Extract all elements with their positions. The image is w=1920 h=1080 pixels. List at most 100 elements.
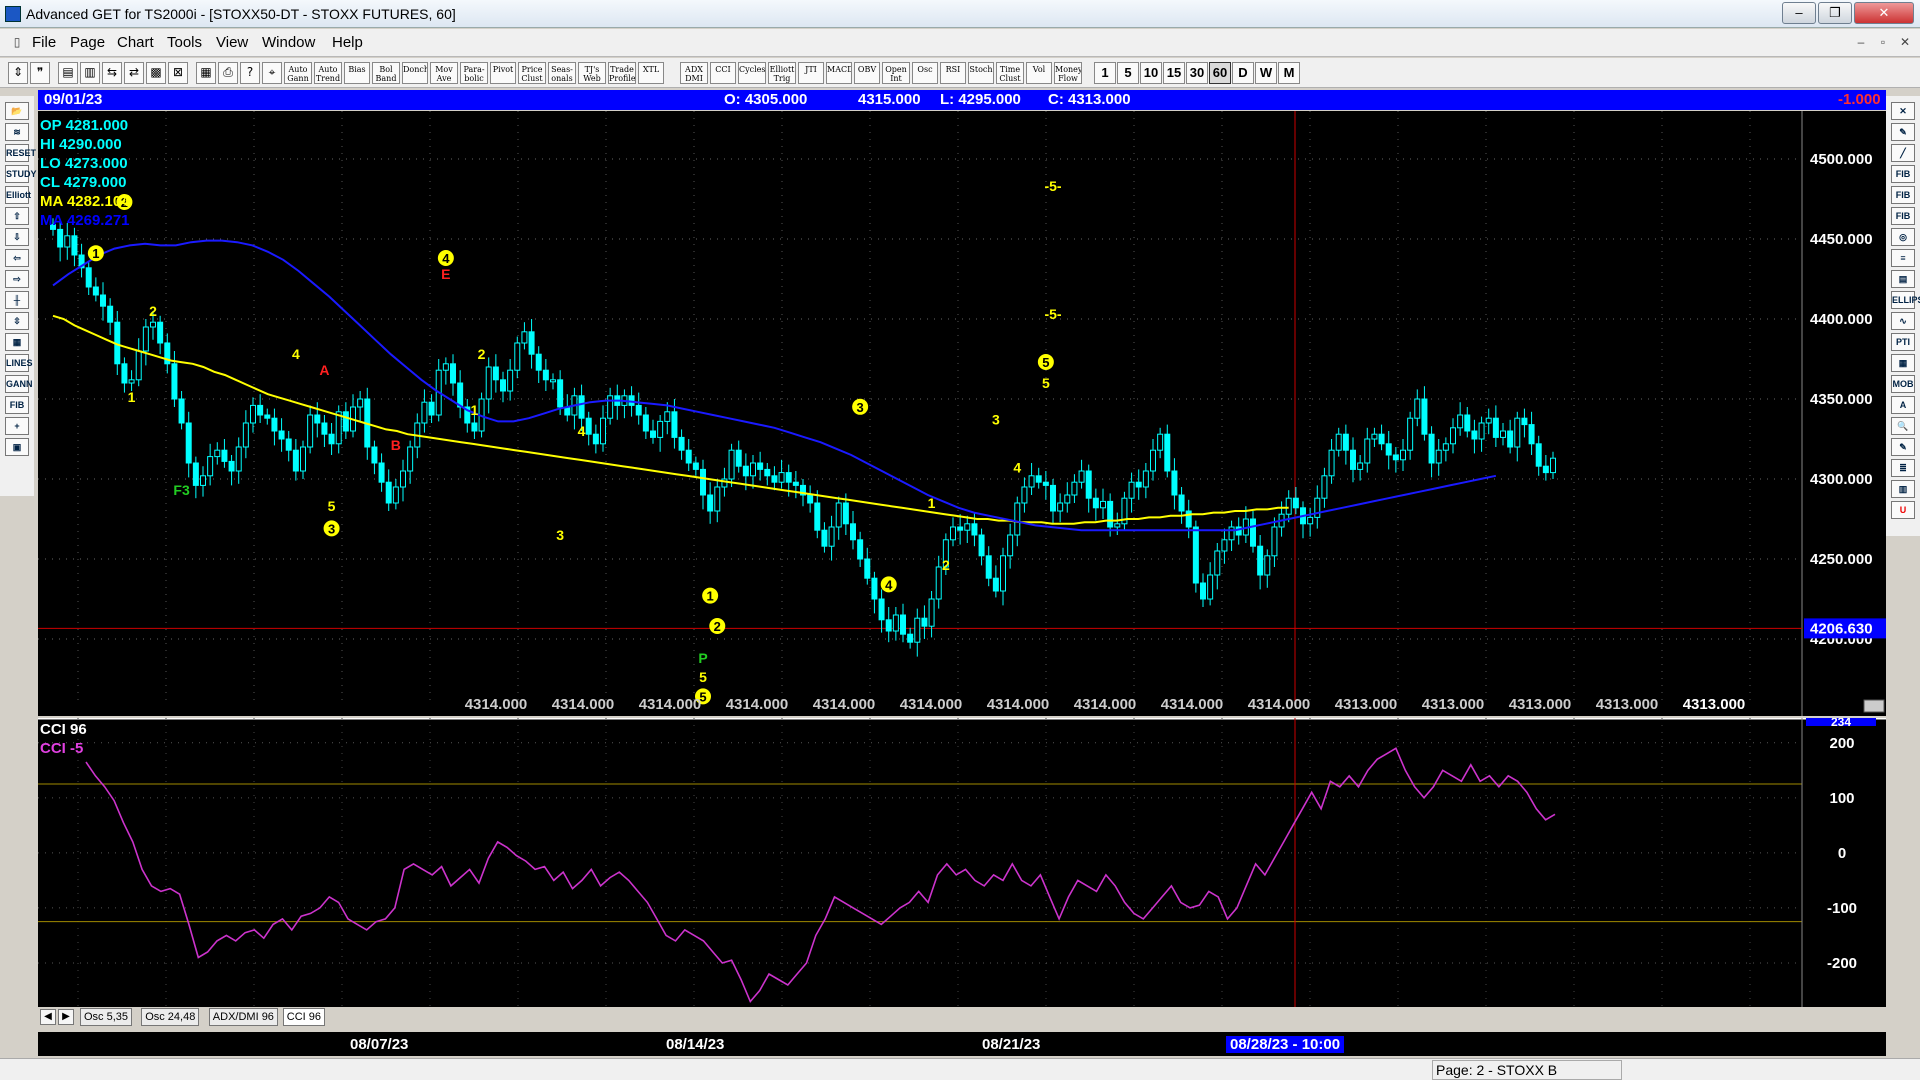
study-button-bol-band[interactable]: Bol Band bbox=[372, 62, 400, 84]
menu-file[interactable]: File bbox=[32, 34, 56, 51]
right-tool-6[interactable]: ◎ bbox=[1891, 228, 1915, 246]
study-button-time-clust[interactable]: Time Clust bbox=[996, 62, 1024, 84]
left-tool-2[interactable]: RESET bbox=[5, 144, 36, 162]
tab-cci-96[interactable]: CCI 96 bbox=[282, 1008, 326, 1026]
study-button-rsi[interactable]: RSI bbox=[940, 62, 966, 84]
close-button[interactable]: ✕ bbox=[1854, 2, 1914, 24]
menu-page[interactable]: Page bbox=[70, 34, 105, 51]
price-chart[interactable]: 4500.000 4450.000 4400.000 4350.000 4300.000… bbox=[38, 111, 1886, 716]
right-tool-19[interactable]: U bbox=[1891, 501, 1915, 519]
left-tool-9[interactable]: ╫ bbox=[5, 291, 29, 309]
left-tool-12[interactable]: LINES bbox=[5, 354, 33, 372]
study-button-bias[interactable]: Bias bbox=[344, 62, 370, 84]
study-button-donch[interactable]: Donch bbox=[402, 62, 428, 84]
right-tool-14[interactable]: A bbox=[1891, 396, 1915, 414]
right-tool-3[interactable]: FIB RET bbox=[1891, 165, 1915, 195]
study-button-cci[interactable]: CCI bbox=[710, 62, 736, 84]
left-tool-13[interactable]: GANN bbox=[5, 375, 33, 393]
mdi-restore-button[interactable]: ▫ bbox=[1872, 32, 1894, 52]
study-button-auto-gann[interactable]: Auto Gann bbox=[284, 62, 312, 84]
study-button-osc[interactable]: Osc bbox=[912, 62, 938, 84]
study-button-macd[interactable]: MACD bbox=[826, 62, 852, 84]
left-tool-7[interactable]: ⇦ bbox=[5, 249, 29, 267]
mdi-minimize-button[interactable]: – bbox=[1850, 32, 1872, 52]
right-tool-10[interactable]: ∿ bbox=[1891, 312, 1915, 330]
study-button-obv[interactable]: OBV bbox=[854, 62, 880, 84]
left-tool-3[interactable]: STUDY bbox=[5, 165, 37, 183]
left-tool-1[interactable]: ≋ bbox=[5, 123, 29, 141]
study-button-trade-profile[interactable]: Trade Profile bbox=[608, 62, 636, 84]
right-tool-17[interactable]: ≣ bbox=[1891, 459, 1915, 477]
timeframe-1-button[interactable]: 1 bbox=[1094, 62, 1116, 84]
menu-view[interactable]: View bbox=[216, 34, 248, 51]
right-tool-8[interactable]: ▤ bbox=[1891, 270, 1915, 288]
right-tool-15[interactable]: 🔍 bbox=[1891, 417, 1915, 435]
left-tool-14[interactable]: FIB bbox=[5, 396, 29, 414]
study-button-money-flow[interactable]: Money Flow bbox=[1054, 62, 1082, 84]
left-tool-6[interactable]: ⇩ bbox=[5, 228, 29, 246]
left-tool-4[interactable]: Elliott bbox=[5, 186, 31, 204]
mdi-close-button[interactable]: ✕ bbox=[1894, 32, 1916, 52]
timeframe-30-button[interactable]: 30 bbox=[1186, 62, 1208, 84]
study-button-seas-onals[interactable]: Seas-onals bbox=[548, 62, 576, 84]
study-button-pivot[interactable]: Pivot bbox=[490, 62, 516, 84]
right-tool-1[interactable]: ✎ bbox=[1891, 123, 1915, 141]
study-button-vol[interactable]: Vol bbox=[1026, 62, 1052, 84]
left-tool-0[interactable]: 📂 bbox=[5, 102, 29, 120]
timeframe-W-button[interactable]: W bbox=[1255, 62, 1277, 84]
right-tool-5[interactable]: FIB TIME bbox=[1891, 207, 1915, 237]
menu-tools[interactable]: Tools bbox=[167, 34, 202, 51]
tool-icon-11[interactable]: ⌖ bbox=[262, 62, 282, 84]
right-tool-18[interactable]: ▥ bbox=[1891, 480, 1915, 498]
menu-chart[interactable]: Chart bbox=[117, 34, 154, 51]
tool-icon-2[interactable]: ▤ bbox=[58, 62, 78, 84]
timeframe-15-button[interactable]: 15 bbox=[1163, 62, 1185, 84]
tool-icon-7[interactable]: ⊠ bbox=[168, 62, 188, 84]
study-button-jti[interactable]: JTI bbox=[798, 62, 824, 84]
study-button-para-bolic[interactable]: Para-bolic bbox=[460, 62, 488, 84]
right-tool-4[interactable]: FIB EXT bbox=[1891, 186, 1915, 216]
doc-icon[interactable]: ▯ bbox=[6, 32, 28, 52]
minimize-button[interactable]: – bbox=[1782, 2, 1816, 24]
study-button-adx-dmi[interactable]: ADX DMI bbox=[680, 62, 708, 84]
tab-scroll-right-button[interactable]: ▶ bbox=[58, 1009, 74, 1025]
tool-icon-5[interactable]: ⇄ bbox=[124, 62, 144, 84]
left-tool-16[interactable]: ▣ bbox=[5, 438, 29, 456]
right-tool-16[interactable]: ✎ bbox=[1891, 438, 1915, 456]
tool-icon-4[interactable]: ⇆ bbox=[102, 62, 122, 84]
study-button-cycles[interactable]: Cycles bbox=[738, 62, 766, 84]
right-tool-0[interactable]: ✕ bbox=[1891, 102, 1915, 120]
right-tool-7[interactable]: ≡ bbox=[1891, 249, 1915, 267]
left-tool-5[interactable]: ⇧ bbox=[5, 207, 29, 225]
timeframe-M-button[interactable]: M bbox=[1278, 62, 1300, 84]
tab-osc-5-35[interactable]: Osc 5,35 bbox=[80, 1008, 133, 1026]
left-tool-15[interactable]: + bbox=[5, 417, 29, 435]
timeframe-60-button[interactable]: 60 bbox=[1209, 62, 1231, 84]
menu-window[interactable]: Window bbox=[262, 34, 315, 51]
tool-icon-0[interactable]: ⇕ bbox=[8, 62, 28, 84]
right-tool-9[interactable]: ELLIPS bbox=[1891, 291, 1920, 309]
cci-oscillator-panel[interactable]: 200 100 0 -100 -200 234 CCI 96 CCI -5 bbox=[38, 718, 1886, 1007]
study-button-auto-trend[interactable]: Auto Trend bbox=[314, 62, 342, 84]
left-tool-11[interactable]: ▦ bbox=[5, 333, 29, 351]
left-tool-10[interactable]: ⇳ bbox=[5, 312, 29, 330]
tool-icon-10[interactable]: ? bbox=[240, 62, 260, 84]
maximize-button[interactable]: ❐ bbox=[1818, 2, 1852, 24]
study-button-mov-ave[interactable]: Mov Ave bbox=[430, 62, 458, 84]
tool-icon-9[interactable]: ⎙ bbox=[218, 62, 238, 84]
study-button-elliott-trig[interactable]: Elliott Trig bbox=[768, 62, 796, 84]
tool-icon-8[interactable]: ▦ bbox=[196, 62, 216, 84]
study-button-price-clust[interactable]: Price Clust bbox=[518, 62, 546, 84]
study-button-xtl[interactable]: XTL bbox=[638, 62, 664, 84]
timeframe-D-button[interactable]: D bbox=[1232, 62, 1254, 84]
tab-osc-24-48[interactable]: Osc 24,48 bbox=[141, 1008, 200, 1026]
study-button-open-int[interactable]: Open Int bbox=[882, 62, 910, 84]
timeframe-10-button[interactable]: 10 bbox=[1140, 62, 1162, 84]
right-tool-11[interactable]: PTI bbox=[1891, 333, 1915, 351]
study-button-tj-s-web[interactable]: TJ's Web bbox=[578, 62, 606, 84]
right-tool-13[interactable]: MOB bbox=[1891, 375, 1915, 393]
right-tool-12[interactable]: ▦ bbox=[1891, 354, 1915, 372]
tab-scroll-left-button[interactable]: ◀ bbox=[40, 1009, 56, 1025]
study-button-stoch[interactable]: Stoch bbox=[968, 62, 994, 84]
right-tool-2[interactable]: ╱ bbox=[1891, 144, 1915, 162]
